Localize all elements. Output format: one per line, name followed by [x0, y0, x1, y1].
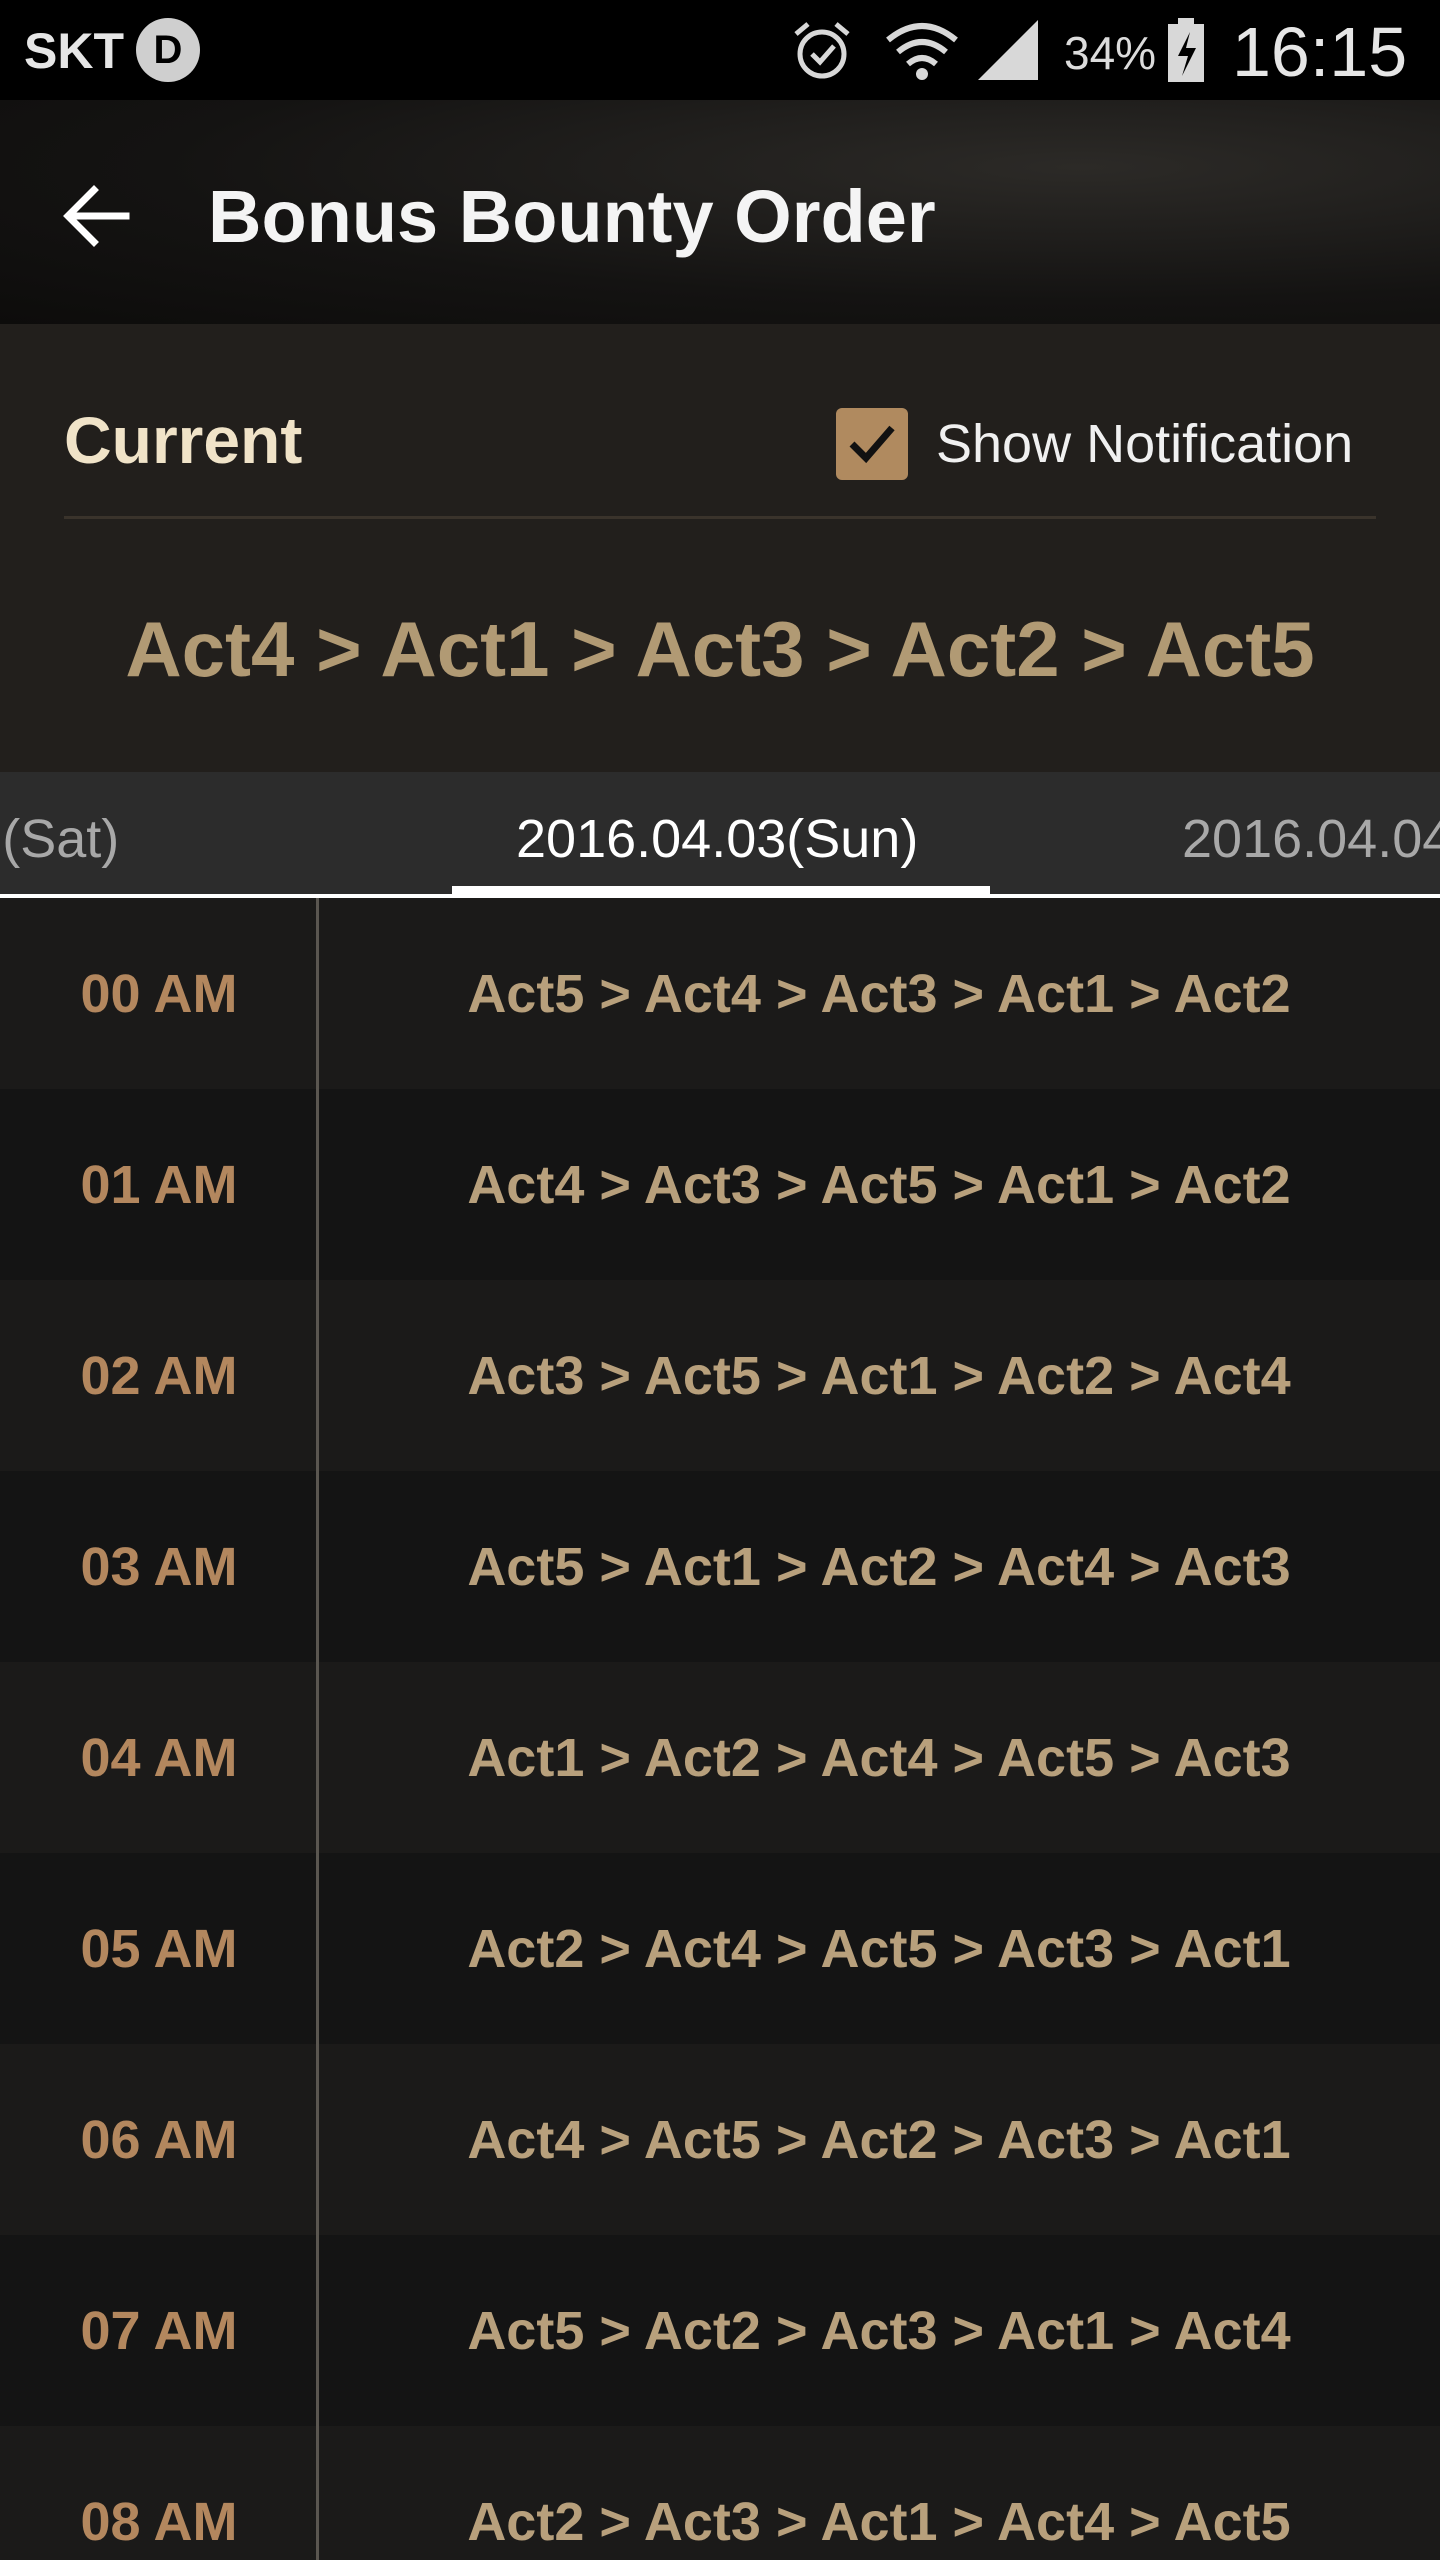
time-column-divider [316, 898, 319, 2560]
schedule-order: Act2 > Act3 > Act1 > Act4 > Act5 [467, 2491, 1291, 2552]
schedule-time: 05 AM [80, 1918, 238, 1979]
schedule-order: Act5 > Act4 > Act3 > Act1 > Act2 [467, 963, 1291, 1024]
schedule-time: 07 AM [80, 2300, 238, 2361]
schedule-row: 00 AM Act5 > Act4 > Act3 > Act1 > Act2 [0, 898, 1440, 1089]
page-title: Bonus Bounty Order [208, 175, 936, 258]
schedule-order: Act4 > Act5 > Act2 > Act3 > Act1 [467, 2109, 1291, 2170]
alarm-icon [790, 18, 854, 87]
tab-next-date[interactable]: 2016.04.04(Mon) [1182, 808, 1440, 870]
date-tabs: 2016.04.02(Sat) 2016.04.03(Sun) 2016.04.… [0, 772, 1440, 896]
schedule-row: 01 AM Act4 > Act3 > Act5 > Act1 > Act2 [0, 1089, 1440, 1280]
app-bar: Bonus Bounty Order [0, 100, 1440, 324]
status-bar: SKT D 34% 16:15 [0, 0, 1440, 100]
schedule-row: 07 AM Act5 > Act2 > Act3 > Act1 > Act4 [0, 2235, 1440, 2426]
schedule-row: 05 AM Act2 > Act4 > Act5 > Act3 > Act1 [0, 1853, 1440, 2044]
schedule-order: Act5 > Act2 > Act3 > Act1 > Act4 [467, 2300, 1291, 2361]
carrier-label: SKT [24, 23, 124, 79]
current-order: Act4 > Act1 > Act3 > Act2 > Act5 [125, 605, 1315, 693]
schedule-row: 08 AM Act2 > Act3 > Act1 > Act4 > Act5 [0, 2426, 1440, 2560]
show-notification-label: Show Notification [936, 414, 1354, 474]
schedule-order: Act1 > Act2 > Act4 > Act5 > Act3 [467, 1727, 1291, 1788]
divider [64, 516, 1376, 519]
schedule-time: 04 AM [80, 1727, 238, 1788]
current-label: Current [64, 403, 303, 477]
schedule-time: 00 AM [80, 963, 238, 1024]
schedule-order: Act3 > Act5 > Act1 > Act2 > Act4 [467, 1345, 1291, 1406]
wifi-icon [884, 18, 960, 87]
schedule-row: 06 AM Act4 > Act5 > Act2 > Act3 > Act1 [0, 2044, 1440, 2235]
tab-current-date[interactable]: 2016.04.03(Sun) [516, 808, 918, 870]
battery-percent: 34% [1064, 27, 1157, 79]
schedule-time: 01 AM [80, 1154, 238, 1215]
battery-charging-icon [1166, 18, 1206, 89]
signal-icon [976, 18, 1042, 87]
schedule-order: Act4 > Act3 > Act5 > Act1 > Act2 [467, 1154, 1291, 1215]
schedule-row: 04 AM Act1 > Act2 > Act4 > Act5 > Act3 [0, 1662, 1440, 1853]
current-panel: Current Show Notification Act4 > Act1 > … [0, 324, 1440, 772]
schedule-time: 02 AM [80, 1345, 238, 1406]
schedule-row: 03 AM Act5 > Act1 > Act2 > Act4 > Act3 [0, 1471, 1440, 1662]
schedule-time: 03 AM [80, 1536, 238, 1597]
schedule-order: Act2 > Act4 > Act5 > Act3 > Act1 [467, 1918, 1291, 1979]
schedule-order: Act5 > Act1 > Act2 > Act4 > Act3 [467, 1536, 1291, 1597]
show-notification-checkbox[interactable] [836, 408, 908, 480]
schedule-time: 08 AM [80, 2491, 238, 2552]
schedule-list[interactable]: 00 AM Act5 > Act4 > Act3 > Act1 > Act2 0… [0, 898, 1440, 2560]
tab-prev-date[interactable]: 2016.04.02(Sat) [0, 808, 119, 870]
carrier-badge: D [136, 18, 200, 82]
clock: 16:15 [1232, 13, 1408, 91]
back-arrow-icon[interactable] [60, 180, 132, 252]
schedule-time: 06 AM [80, 2109, 238, 2170]
show-notification-toggle[interactable]: Show Notification [836, 408, 1353, 480]
tab-indicator [452, 886, 990, 894]
checkmark-icon [849, 425, 895, 464]
schedule-row: 02 AM Act3 > Act5 > Act1 > Act2 > Act4 [0, 1280, 1440, 1471]
